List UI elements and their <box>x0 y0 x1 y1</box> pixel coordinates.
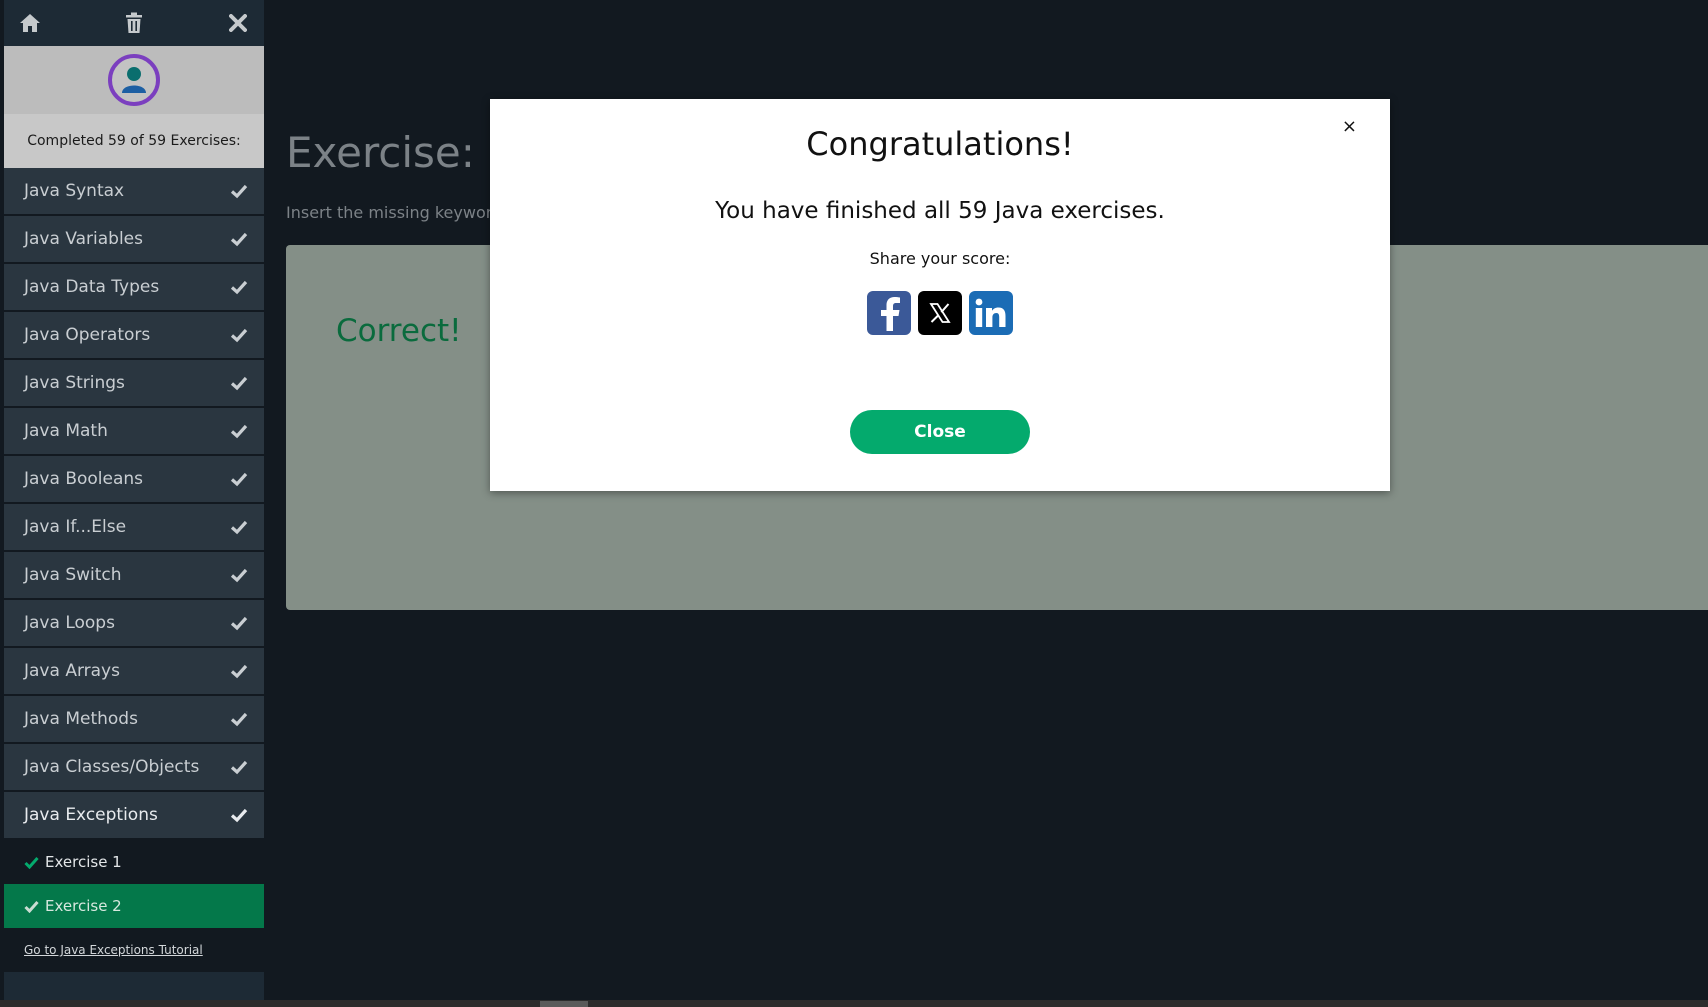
topic-item[interactable]: Java If...Else <box>4 504 264 552</box>
checkmark-icon <box>230 520 248 535</box>
checkmark-icon <box>230 472 248 487</box>
scrollbar-thumb[interactable] <box>540 1001 588 1007</box>
user-icon <box>122 67 146 93</box>
linkedin-share-button[interactable] <box>969 291 1013 335</box>
checkmark-icon <box>230 664 248 679</box>
facebook-icon <box>881 297 900 331</box>
topic-item[interactable]: Java Math <box>4 408 264 456</box>
topic-label: Java Strings <box>24 373 125 393</box>
topic-label: Java Exceptions <box>24 805 158 825</box>
topic-label: Java Classes/Objects <box>24 757 200 777</box>
topic-item[interactable]: Java Booleans <box>4 456 264 504</box>
checkmark-icon <box>24 900 39 913</box>
topic-item[interactable]: Java Methods <box>4 696 264 744</box>
share-label: Share your score: <box>869 249 1011 268</box>
linkedin-icon <box>975 298 1006 327</box>
topic-label: Java If...Else <box>24 517 127 537</box>
checkmark-icon <box>230 616 248 631</box>
topic-item[interactable]: Java Arrays <box>4 648 264 696</box>
close-icon[interactable] <box>224 9 252 37</box>
exercise-item[interactable]: Exercise 1 <box>4 840 264 884</box>
checkmark-icon <box>230 328 248 343</box>
checkmark-icon <box>230 760 248 775</box>
checkmark-icon <box>230 808 248 823</box>
sidebar-toolbar <box>4 0 264 46</box>
avatar[interactable] <box>108 54 160 106</box>
exercise-label: Exercise 1 <box>45 853 122 871</box>
congratulations-modal: × Congratulations! You have finished all… <box>490 99 1390 491</box>
checkmark-icon <box>230 376 248 391</box>
topic-item[interactable]: Java Operators <box>4 312 264 360</box>
topic-label: Java Switch <box>24 565 122 585</box>
topic-item[interactable]: Java Syntax <box>4 168 264 216</box>
topic-list: Java Syntax Java Variables Java Data Typ… <box>4 168 264 840</box>
topic-label: Java Loops <box>24 613 115 633</box>
home-icon[interactable] <box>16 9 44 37</box>
completed-count: Completed 59 of 59 Exercises: <box>4 114 264 168</box>
checkmark-icon <box>230 712 248 727</box>
topic-item-active[interactable]: Java Exceptions <box>4 792 264 840</box>
checkmark-icon <box>230 424 248 439</box>
topic-item[interactable]: Java Switch <box>4 552 264 600</box>
topic-label: Java Arrays <box>24 661 120 681</box>
topic-label: Java Math <box>24 421 108 441</box>
exercise-label: Exercise 2 <box>45 897 122 915</box>
checkmark-icon <box>24 856 39 869</box>
facebook-share-button[interactable] <box>867 291 911 335</box>
exercise-instruction: Insert the missing keyword <box>286 203 503 222</box>
x-icon <box>929 303 951 323</box>
trash-icon[interactable] <box>120 9 148 37</box>
topic-item[interactable]: Java Data Types <box>4 264 264 312</box>
topic-item[interactable]: Java Strings <box>4 360 264 408</box>
profile-area <box>4 46 264 114</box>
close-button[interactable]: Close <box>850 410 1030 454</box>
result-text: Correct! <box>336 313 462 349</box>
share-buttons <box>490 291 1390 335</box>
horizontal-scrollbar[interactable] <box>0 1000 1708 1007</box>
topic-item[interactable]: Java Variables <box>4 216 264 264</box>
topic-item[interactable]: Java Classes/Objects <box>4 744 264 792</box>
checkmark-icon <box>230 184 248 199</box>
modal-message: You have finished all 59 Java exercises. <box>715 198 1165 224</box>
sidebar: Completed 59 of 59 Exercises: Java Synta… <box>4 0 264 1000</box>
topic-label: Java Data Types <box>24 277 160 297</box>
checkmark-icon <box>230 280 248 295</box>
checkmark-icon <box>230 568 248 583</box>
exercise-item-current[interactable]: Exercise 2 <box>4 884 264 928</box>
checkmark-icon <box>230 232 248 247</box>
topic-label: Java Syntax <box>24 181 125 201</box>
topic-label: Java Methods <box>24 709 138 729</box>
x-share-button[interactable] <box>918 291 962 335</box>
topic-label: Java Variables <box>24 229 143 249</box>
topic-label: Java Operators <box>24 325 151 345</box>
page-title: Exercise: <box>286 128 475 177</box>
tutorial-link[interactable]: Go to Java Exceptions Tutorial <box>4 928 264 972</box>
topic-label: Java Booleans <box>24 469 144 489</box>
topic-item[interactable]: Java Loops <box>4 600 264 648</box>
modal-title: Congratulations! <box>806 125 1074 163</box>
